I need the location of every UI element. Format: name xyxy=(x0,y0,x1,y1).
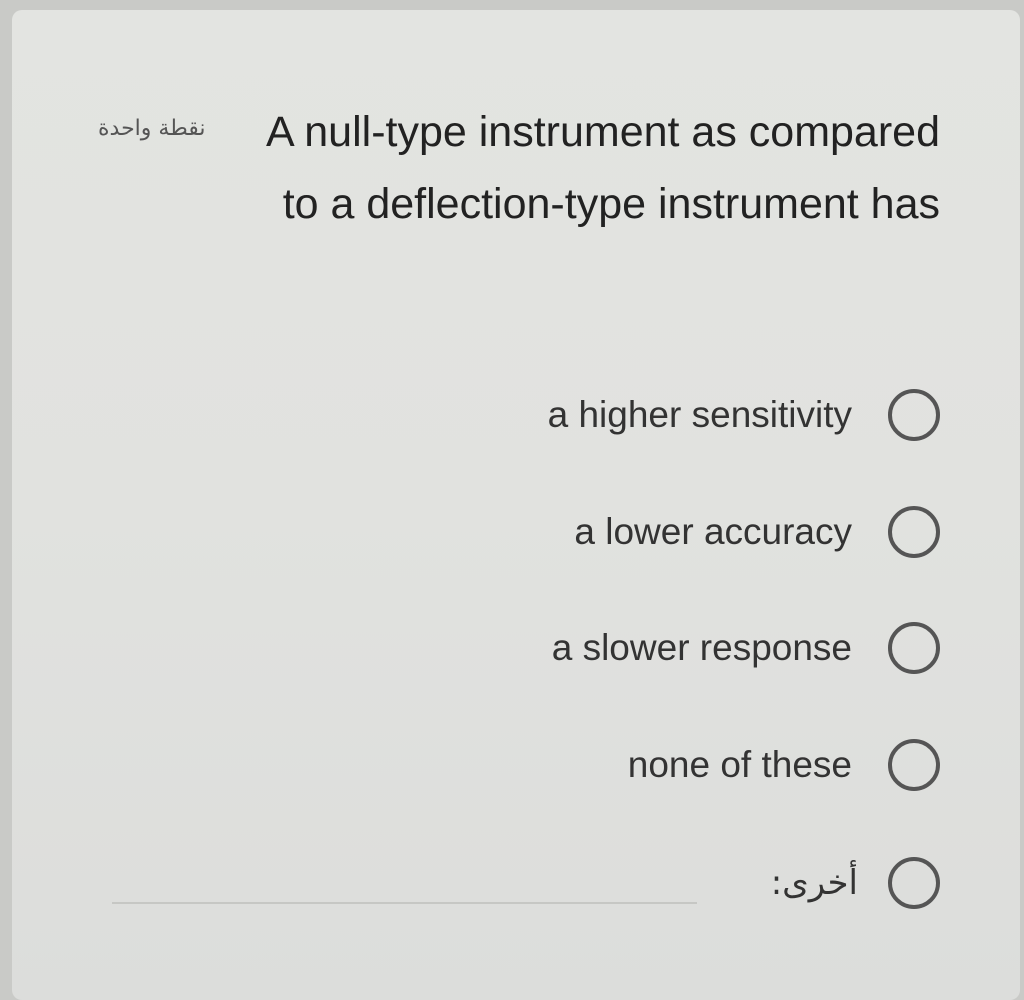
other-text-input[interactable] xyxy=(112,902,697,904)
option-none-of-these[interactable]: none of these xyxy=(240,730,940,800)
option-other[interactable]: أخرى: xyxy=(240,848,940,918)
option-lower-accuracy[interactable]: a lower accuracy xyxy=(240,497,940,567)
option-label: a slower response xyxy=(551,627,852,668)
radio-button[interactable] xyxy=(888,506,940,558)
option-label: a lower accuracy xyxy=(574,511,852,552)
radio-button[interactable] xyxy=(888,622,940,674)
radio-button[interactable] xyxy=(888,389,940,441)
option-higher-sensitivity[interactable]: a higher sensitivity xyxy=(240,380,940,450)
question-title: A null-type instrument as compared to a … xyxy=(266,108,940,228)
question-card: نقطة واحدة A null-type instrument as com… xyxy=(12,10,1020,1000)
option-label: none of these xyxy=(627,744,852,785)
option-slower-response[interactable]: a slower response xyxy=(240,613,940,683)
radio-button[interactable] xyxy=(888,739,940,791)
points-label: نقطة واحدة xyxy=(98,116,206,141)
option-label: a higher sensitivity xyxy=(547,394,852,435)
radio-button[interactable] xyxy=(888,857,940,909)
other-label: أخرى: xyxy=(770,863,858,903)
